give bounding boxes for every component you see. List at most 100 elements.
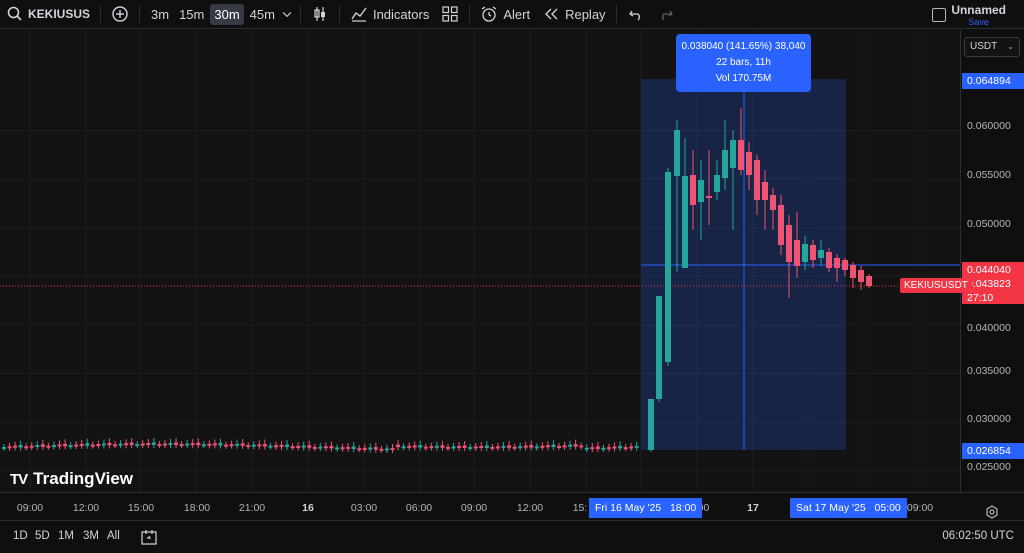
timeframe-3m[interactable]: 3m <box>147 4 173 25</box>
time-tick: 17 <box>747 502 759 514</box>
replay-button[interactable]: Replay <box>536 0 611 29</box>
candle-body <box>746 152 752 175</box>
candle-body <box>63 443 68 447</box>
bottom-toolbar: 1D 5D 1M 3M All 06:02:50 UTC <box>0 520 1024 553</box>
candle-body <box>229 444 234 447</box>
layout-select-icon[interactable] <box>932 8 946 22</box>
candle-body <box>140 443 145 446</box>
candle-body <box>490 446 495 449</box>
indicators-icon <box>351 7 367 22</box>
chevron-down-icon[interactable] <box>280 5 294 23</box>
candle-body <box>738 140 744 170</box>
timeframe-45m[interactable]: 45m <box>246 4 279 25</box>
candle-body <box>412 445 417 448</box>
redo-icon <box>661 10 673 21</box>
candle-body <box>568 444 573 447</box>
save-label[interactable]: Save <box>951 17 1006 27</box>
chart-type-button[interactable] <box>305 0 335 29</box>
candle-body <box>51 445 56 448</box>
candle-body <box>842 260 848 270</box>
settings-gear-icon[interactable] <box>985 505 999 519</box>
candle-body <box>340 447 345 450</box>
candle-body <box>235 443 240 446</box>
symbol-search[interactable]: KEKIUSUS <box>0 0 96 29</box>
grid-icon <box>442 6 458 22</box>
candle-body <box>296 445 301 448</box>
candle-body <box>562 445 567 448</box>
candle-body <box>135 444 140 447</box>
candle-body <box>706 196 712 198</box>
alert-button[interactable]: Alert <box>474 0 536 29</box>
alert-label: Alert <box>503 6 531 22</box>
range-3m-button[interactable]: 3M <box>83 530 99 542</box>
timeframe-30m[interactable]: 30m <box>210 3 244 25</box>
candle-body <box>212 443 217 446</box>
candle-body <box>479 445 484 448</box>
time-tick: 12:00 <box>516 502 544 514</box>
candle-body <box>826 252 832 268</box>
undo-button[interactable] <box>621 0 651 29</box>
alarm-clock-icon <box>481 6 497 22</box>
utc-clock[interactable]: 06:02:50 UTC <box>942 530 1014 542</box>
candle-body <box>573 444 578 447</box>
range-5d-button[interactable]: 5D <box>35 530 50 542</box>
candle-body <box>401 446 406 449</box>
candlestick-chart[interactable] <box>0 30 964 492</box>
range-1d-button[interactable]: 1D <box>13 530 28 542</box>
candle-body <box>185 443 190 446</box>
currency-select[interactable]: USDT ⌄ <box>964 37 1020 57</box>
indicators-label: Indicators <box>372 6 430 22</box>
price-tick: 0.025000 <box>967 461 1011 473</box>
search-icon <box>7 6 22 21</box>
time-tick: 15:00 <box>127 502 155 514</box>
candle-body <box>446 446 450 449</box>
candle-body <box>146 443 151 446</box>
candle-body <box>674 130 680 176</box>
time-axis[interactable]: 09:00 12:00 15:00 18:00 21:00 16 03:00 0… <box>0 492 1024 520</box>
candle-body <box>13 445 18 448</box>
indicators-button[interactable]: Indicators <box>344 0 435 29</box>
candle-body <box>629 446 634 449</box>
range-bottom-price: 0.026854 <box>962 443 1024 459</box>
candle-body <box>68 445 73 448</box>
candle-body <box>534 446 539 449</box>
timeframe-15m[interactable]: 15m <box>175 4 208 25</box>
time-tick: 16 <box>302 502 314 514</box>
templates-button[interactable] <box>435 0 465 29</box>
candle-body <box>101 443 106 446</box>
candle-body <box>357 448 362 451</box>
tradingview-logo[interactable]: TV TradingView <box>10 469 133 489</box>
candle-body <box>207 443 212 446</box>
candle-body <box>157 444 162 447</box>
range-all-button[interactable]: All <box>107 530 120 542</box>
price-axis[interactable]: 0.060000 0.055000 0.050000 0.040000 0.03… <box>960 30 1024 492</box>
goto-date-icon[interactable] <box>140 528 158 546</box>
candle-body <box>423 446 428 449</box>
candle-body <box>118 443 123 446</box>
tradingview-logo-icon: TV <box>10 470 28 488</box>
measure-change: 0.038040 (141.65%) 38,040 <box>681 41 806 52</box>
price-tick: 0.030000 <box>967 413 1011 425</box>
candle-body <box>484 445 489 448</box>
candle-body <box>623 447 628 450</box>
range-start-hour: 18:00 <box>669 502 697 514</box>
replay-label: Replay <box>565 6 606 22</box>
candle-body <box>151 442 156 446</box>
candle-body <box>7 446 12 449</box>
layout-name: Unnamed <box>951 3 1006 17</box>
chart-pane[interactable] <box>0 30 964 492</box>
candle-body <box>850 265 856 278</box>
candle-body <box>373 447 378 450</box>
price-tick: 0.055000 <box>967 169 1011 181</box>
candle-body <box>584 447 589 450</box>
layout-name-button[interactable]: Unnamed Save <box>951 3 1006 27</box>
candle-body <box>168 443 173 446</box>
compare-symbol-button[interactable] <box>105 0 135 29</box>
candle-body <box>648 399 654 450</box>
candle-body <box>579 445 584 448</box>
candle-body <box>79 443 84 446</box>
range-1m-button[interactable]: 1M <box>58 530 74 542</box>
candle-body <box>240 443 245 446</box>
redo-button[interactable] <box>651 0 681 29</box>
candle-body <box>523 445 528 448</box>
